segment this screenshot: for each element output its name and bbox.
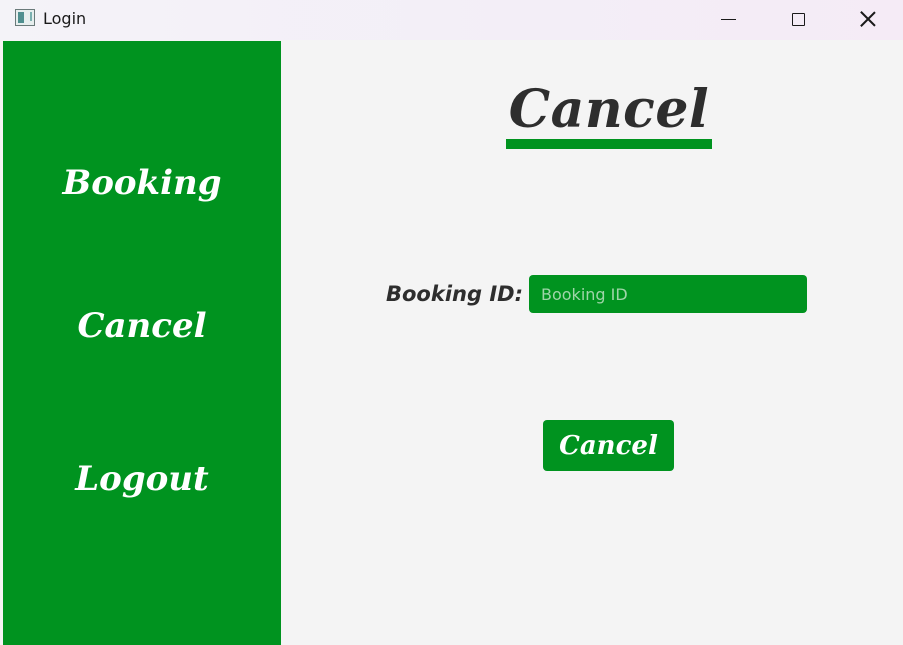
close-button[interactable] [833,0,903,38]
minimize-button[interactable] [693,0,763,38]
maximize-icon [791,12,805,26]
page-title: Cancel [508,79,710,140]
minimize-icon [720,18,736,20]
title-bar[interactable]: Login [0,0,903,40]
sidebar-item-logout[interactable]: Logout [3,459,281,499]
app-window: Login Booking Cancel Logout Cancel Booki… [0,0,903,645]
sidebar: Booking Cancel Logout [3,41,281,645]
main-content: Cancel Booking ID: Cancel [281,41,903,645]
title-underline [506,139,712,149]
sidebar-item-cancel[interactable]: Cancel [3,306,281,346]
window-title: Login [43,9,87,28]
maximize-button[interactable] [763,0,833,38]
booking-id-input[interactable] [529,275,807,313]
cancel-booking-button[interactable]: Cancel [543,420,674,471]
close-icon [860,11,876,27]
app-window-icon [15,9,35,26]
booking-id-label: Booking ID: [386,282,523,306]
sidebar-item-booking[interactable]: Booking [3,163,281,203]
